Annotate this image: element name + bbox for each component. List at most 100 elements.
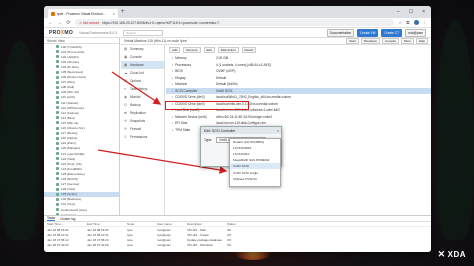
xda-logo-text: XDA [447,250,466,259]
hardware-value: Default (i440fx) [216,82,238,87]
tree-item-label: 126 (NixOS) [61,176,79,181]
menu-icon[interactable]: ⋮ [423,20,428,26]
hardware-value: 2.00 GiB [216,56,229,61]
wallpaper-tree [0,40,40,240]
tree-item-label: 113 (Fedora) [61,110,79,115]
window-controls: – ☐ × [397,9,431,15]
revert-button[interactable]: Revert [241,46,257,53]
log-cell: VM 115 - Start [187,227,207,232]
sub-nav-icon: ⇄ [124,111,127,115]
console-button[interactable]: Console [381,38,399,44]
hardware-key: ▪ CD/DVD Drive (ide2) [166,95,216,99]
shutdown-button[interactable]: Shutdown [360,38,380,44]
log-cell: root@pam [157,242,172,247]
more-button[interactable]: More [400,38,414,44]
vm-sub-navigation: ▤ Summary ▣ Console ▦ Hardware ☁ Cloud-Init ⚙ Opt… [121,45,165,215]
dialog-title: Edit: SCSI Controller [201,127,281,134]
vm-icon [56,162,59,166]
hardware-value: virtio=BC:24:11:5E:2A:90,bridge=vmbr0 [216,114,273,119]
log-cell: tpve [127,237,133,242]
browser-tab[interactable]: tpve - Proxmox Virtual Environ... × [48,9,118,18]
sub-nav-icon: ⚙ [124,79,128,83]
reload-icon[interactable]: ⟳ [66,20,71,26]
tab-tasks[interactable]: Tasks [47,216,56,221]
browser-actions: ☆ ⧉ ⋮ [398,20,427,26]
task-log-panel: Tasks Cluster log Start Time ↓ End Time … [44,215,431,252]
sub-nav-icon: ◉ [124,95,128,99]
extensions-icon[interactable]: ⧉ [406,20,409,25]
profile-avatar[interactable] [413,20,419,25]
vm-icon [56,55,59,59]
start-button[interactable]: Start [346,38,359,44]
log-cell: Jan 18 08:10:41 [47,232,69,237]
create-ct-button[interactable]: Create CT [381,28,403,37]
hardware-key-label: EFI Disk [175,121,188,126]
log-cell: OK [227,242,232,247]
log-header-node[interactable]: Node [127,222,157,226]
star-icon[interactable]: ☆ [398,20,402,26]
log-header-user[interactable]: User name [157,222,187,226]
sub-nav-item[interactable]: ▤ Summary [121,45,164,53]
tree-item-label: 101 (Home-Asst) [61,49,85,54]
sub-nav-item[interactable]: ⛨ Firewall [121,125,164,133]
sub-nav-item[interactable]: ⛁ Backup [121,101,164,109]
search-input[interactable]: Search [123,29,164,36]
vm-icon [56,136,59,140]
tree-item-label: 115 (Win-11) [61,120,79,125]
forward-icon[interactable]: → [57,20,62,26]
hardware-key: ▪ Machine [166,82,216,86]
new-tab-button[interactable]: + [121,9,125,15]
remove-button[interactable]: Remove [183,46,201,53]
edit-button[interactable]: Edit [203,46,215,53]
sub-nav-item[interactable]: ▣ Console [121,53,164,61]
log-row[interactable]: Jan 18 08:10:41 Jan 18 08:10:41 tpve root@p… [44,232,431,237]
sub-nav-item[interactable]: ▦ Hardware [121,61,164,69]
sub-nav-item[interactable]: ⚙ Options [121,77,164,85]
vm-icon [56,60,59,64]
log-cell: Update package database [187,237,223,242]
log-header-status[interactable]: Status [227,222,431,226]
log-header-description[interactable]: Description [187,222,227,226]
hardware-icon: ▪ [172,69,174,74]
log-row[interactable]: Jan 18 07:58:12 Jan 18 07:58:20 tpve root@p… [44,237,431,242]
dialog-close-icon[interactable]: × [277,129,279,133]
close-window-icon[interactable]: × [422,9,425,15]
sub-nav-item[interactable]: ☁ Cloud-Init [121,69,164,77]
hardware-icon: ▪ [172,121,174,126]
back-icon[interactable]: ← [48,20,53,26]
log-cell: Jan 18 08:15:06 [87,227,109,232]
sub-nav-item[interactable]: ⇄ Replication [121,109,164,117]
user-menu-button[interactable]: root@pam [405,28,426,37]
log-row[interactable]: Jan 18 07:40:03 Jan 18 07:40:09 tpve root@p… [44,242,431,247]
maximize-icon[interactable]: ☐ [409,9,413,15]
sub-nav-item[interactable]: ◉ Monitor [121,93,164,101]
address-bar[interactable]: ⚠ Not secure https://192.168.29.227:8006… [75,19,395,26]
hardware-icon: ▪ [172,82,174,87]
tab-cluster-log[interactable]: Cluster log [60,217,75,221]
sub-nav-label: Firewall [130,127,141,131]
create-vm-button[interactable]: Create VM [357,28,379,37]
tree-item-label: 116 (Ubuntu-Srv) [61,126,85,131]
url-text[interactable]: https://192.168.29.227:8006/#v1:0:=qemu%… [102,21,219,25]
log-row[interactable]: Jan 18 08:15:04 Jan 18 08:15:06 tpve root@p… [44,227,431,232]
not-secure-label[interactable]: ⚠ Not secure [79,21,99,25]
log-header-end[interactable]: End Time [87,222,127,226]
dropdown-option[interactable]: VMware PVSCSI [230,176,280,182]
add-button[interactable]: Add [169,46,181,53]
tree-item-label: 120 (Manjaro) [61,146,81,151]
help-button[interactable]: Help [415,38,428,44]
minimize-icon[interactable]: – [397,9,400,15]
sub-nav-item[interactable]: ⟲ Snapshots [121,117,164,125]
disk-action-button[interactable]: Disk Action [217,46,239,53]
log-header-start[interactable]: Start Time ↓ [47,222,87,226]
close-tab-icon[interactable]: × [113,11,115,16]
sub-nav-item[interactable]: ≡ Task History [121,85,164,93]
sub-nav-item[interactable]: ⚿ Permissions [121,133,164,141]
hardware-value: local-lvm:vm-115-disk-0,efitype=4m [216,121,266,126]
hardware-key: ▪ SCSI Controller [166,89,216,93]
documentation-button[interactable]: Documentation [326,28,355,37]
log-cell: OK [227,227,232,232]
wallpaper-tree [436,20,474,240]
sub-nav-icon: ⛨ [124,127,127,131]
tree-item-label: 131 (Test) [61,202,75,207]
